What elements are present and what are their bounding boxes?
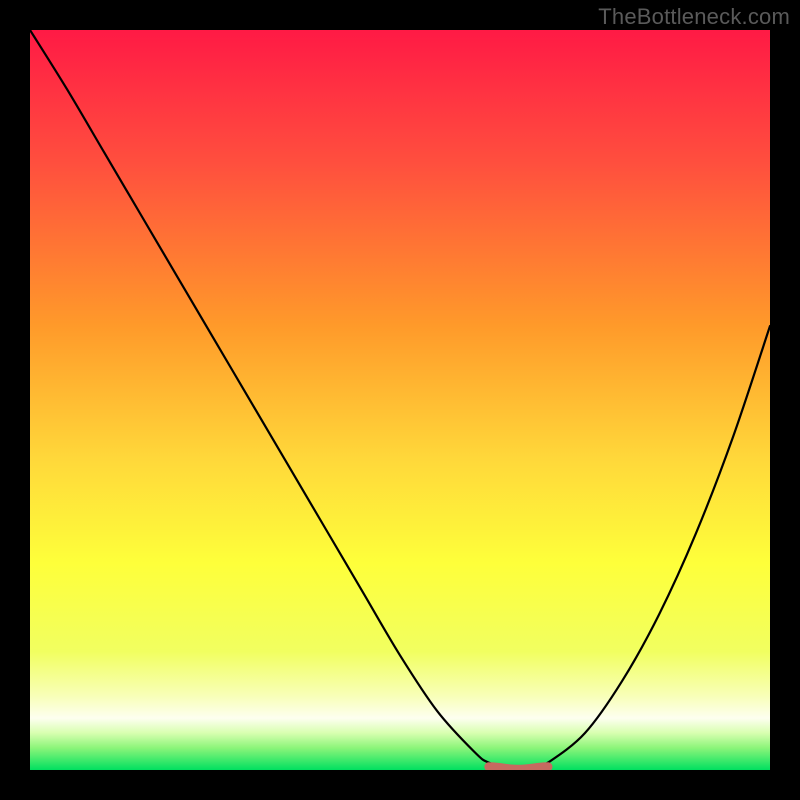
optimum-marker xyxy=(489,767,548,770)
bottleneck-chart xyxy=(30,30,770,770)
gradient-background xyxy=(30,30,770,770)
watermark-text: TheBottleneck.com xyxy=(598,4,790,30)
chart-frame: TheBottleneck.com xyxy=(0,0,800,800)
